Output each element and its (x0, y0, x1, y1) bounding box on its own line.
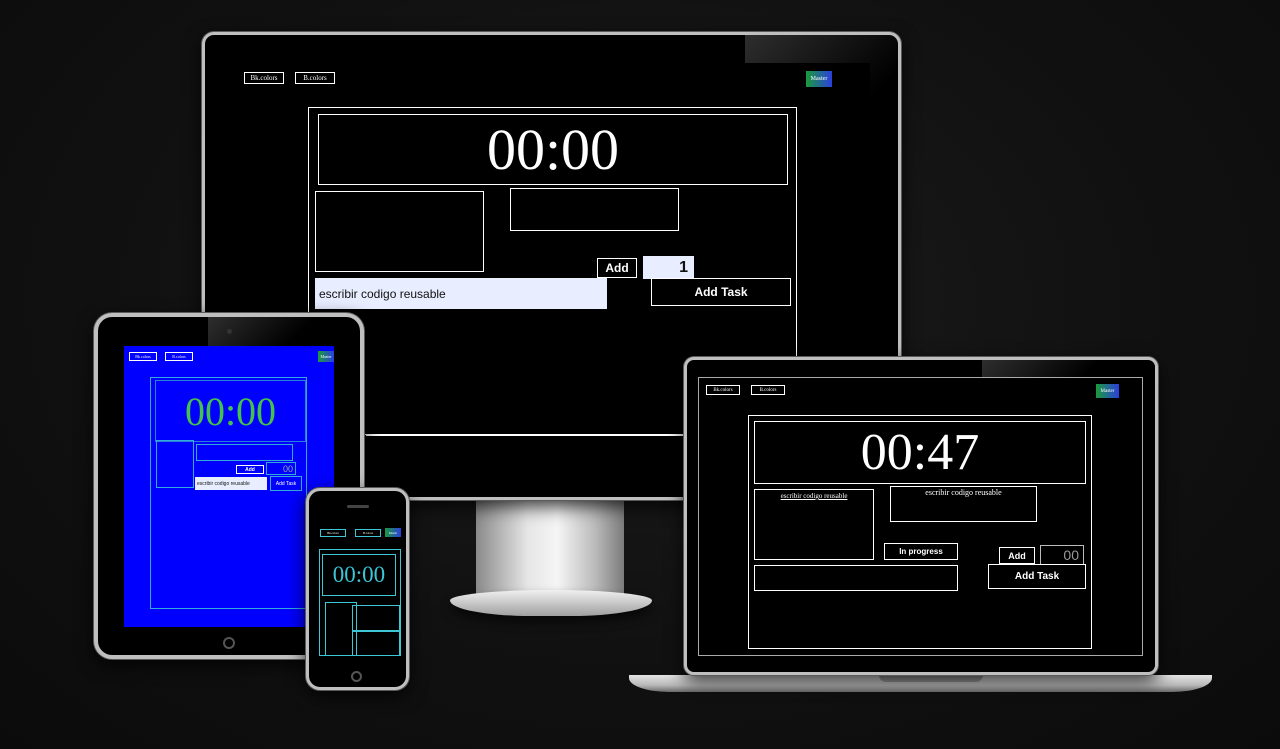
task-input[interactable]: escribir codigo reusable (195, 477, 267, 490)
add-button[interactable]: Add (597, 258, 637, 278)
app-container: 00:47 escribir codigo reusable escribir … (748, 415, 1092, 649)
task-item: escribir codigo reusable (925, 488, 1002, 497)
add-button[interactable]: Add (999, 547, 1035, 564)
count-input[interactable]: 00 (1040, 545, 1084, 565)
task-list-right (510, 188, 679, 231)
task-input[interactable]: escribir codigo reusable (315, 278, 607, 309)
timer-display: 00:00 (155, 380, 306, 442)
tablet-camera (227, 329, 232, 334)
count-input[interactable]: 1 (643, 256, 694, 279)
task-list-right: escribir codigo reusable (890, 486, 1037, 522)
task-list-left: escribir codigo reusable (754, 489, 874, 560)
tablet-home-button (223, 637, 235, 649)
monitor-stand-base (450, 590, 652, 616)
bk-colors-button[interactable]: Bk.colors (129, 352, 157, 361)
count-input[interactable]: 00 (266, 462, 296, 475)
master-button[interactable]: Master (318, 351, 334, 362)
timer-display: 00:00 (318, 114, 788, 185)
add-button[interactable]: Add (236, 465, 264, 474)
master-button[interactable]: Master (385, 528, 401, 537)
app-container: 00:00 Add 00 escribir codigo reusable Ad… (150, 377, 307, 609)
bk-colors-button[interactable]: Bk.colors (320, 529, 346, 537)
add-task-button[interactable]: Add Task (270, 476, 302, 491)
laptop-screen: Bk.colors B.colors Master 00:47 escribir… (698, 377, 1143, 656)
task-list-extra (352, 630, 400, 656)
phone-speaker (347, 505, 369, 508)
master-button[interactable]: Master (1096, 384, 1119, 398)
timer-display: 00:00 (322, 554, 396, 596)
app-container: 00:00 (319, 549, 401, 656)
task-list-left (156, 440, 194, 488)
task-input[interactable] (754, 565, 958, 591)
bk-colors-button[interactable]: Bk.colors (706, 385, 740, 395)
status-button[interactable]: In progress (884, 543, 958, 560)
b-colors-button[interactable]: B.colors (295, 72, 335, 84)
monitor-stand-neck (476, 500, 624, 595)
task-list-left (315, 191, 484, 272)
add-task-button[interactable]: Add Task (651, 278, 791, 306)
task-list-right (352, 605, 400, 632)
bk-colors-button[interactable]: Bk.colors (244, 72, 284, 84)
phone-home-button (351, 671, 362, 682)
timer-display: 00:47 (754, 421, 1086, 484)
phone-screen: Bk.colors B.colors Master 00:00 (314, 522, 402, 656)
b-colors-button[interactable]: B.colors (355, 529, 381, 537)
master-button[interactable]: Master (806, 71, 832, 87)
laptop-notch (879, 675, 983, 682)
b-colors-button[interactable]: B.colors (165, 352, 193, 361)
add-task-button[interactable]: Add Task (988, 564, 1086, 589)
tablet-screen: Bk.colors B.colors Master 00:00 Add 00 e… (124, 346, 334, 627)
b-colors-button[interactable]: B.colors (751, 385, 785, 395)
task-list-right (196, 444, 293, 461)
task-item: escribir codigo reusable (780, 492, 848, 500)
